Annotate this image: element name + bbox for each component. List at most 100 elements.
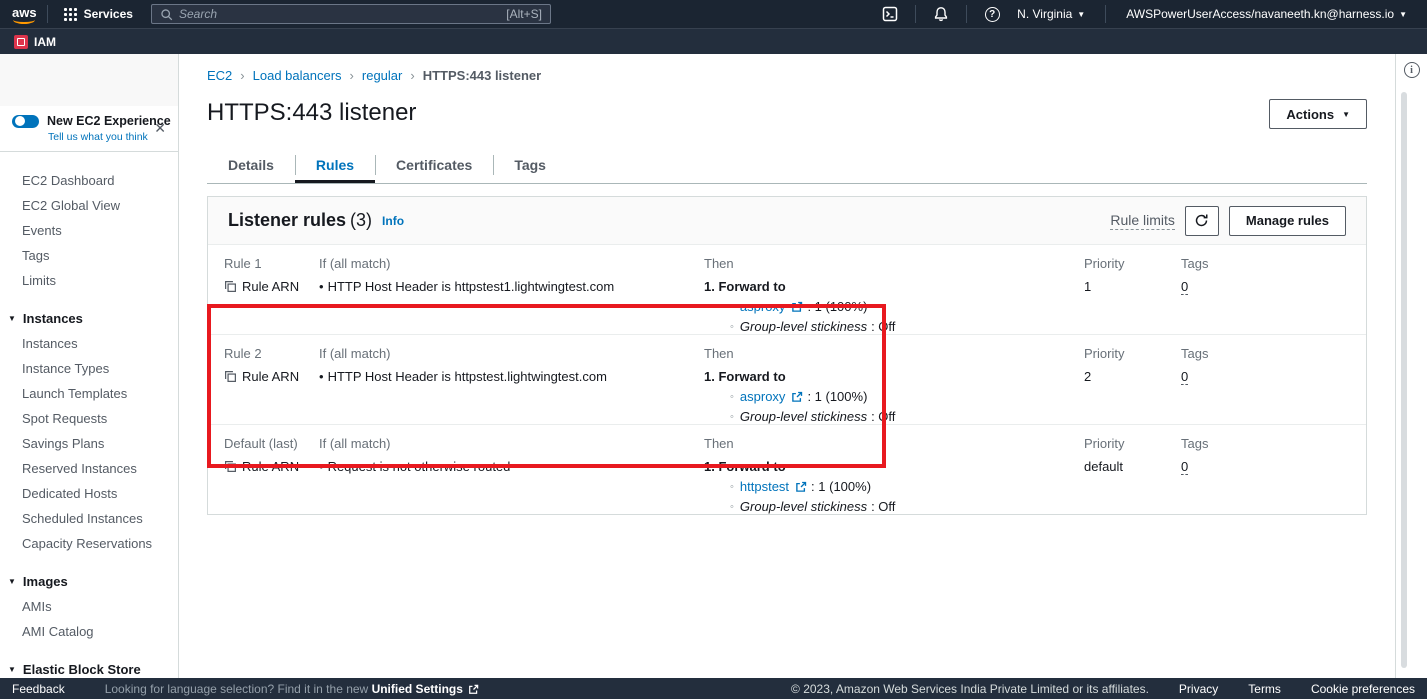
top-navigation-bar: aws Services [Alt+S] ? N. Virginia ▼ AWS… [0, 0, 1427, 28]
favorite-iam-link[interactable]: IAM [14, 35, 56, 49]
iam-label: IAM [34, 35, 56, 49]
manage-rules-button[interactable]: Manage rules [1229, 206, 1346, 236]
then-header: Then [704, 256, 1084, 271]
breadcrumb-separator: › [410, 68, 414, 83]
aws-logo[interactable]: aws [12, 5, 37, 24]
close-icon[interactable]: ✕ [154, 120, 166, 137]
sidebar-item-capacity-reservations[interactable]: Capacity Reservations [0, 531, 178, 556]
tab-details[interactable]: Details [207, 149, 295, 183]
scrollbar-thumb[interactable] [1401, 92, 1407, 668]
global-search[interactable]: [Alt+S] [151, 4, 551, 24]
main-area: New EC2 Experience ✕ Tell us what you th… [0, 54, 1427, 678]
sidebar-top-spacer [0, 54, 178, 106]
sidebar-item-ec2-dashboard[interactable]: EC2 Dashboard [0, 168, 178, 193]
sidebar-item-instance-types[interactable]: Instance Types [0, 356, 178, 381]
tab-certificates[interactable]: Certificates [375, 149, 493, 183]
terms-link[interactable]: Terms [1248, 682, 1281, 696]
actions-button[interactable]: Actions ▼ [1269, 99, 1367, 129]
target-group-line: ◦ httpstest : 1 (100%) [730, 479, 1084, 494]
caret-down-icon: ▼ [8, 314, 16, 323]
tags-count-link[interactable]: 0 [1181, 369, 1188, 385]
listener-rules-card: Listener rules (3) Info Rule limits Mana… [207, 196, 1367, 515]
sidebar-item-spot-requests[interactable]: Spot Requests [0, 406, 178, 431]
sidebar-item-savings-plans[interactable]: Savings Plans [0, 431, 178, 456]
sidebar-item-launch-templates[interactable]: Launch Templates [0, 381, 178, 406]
bullet-icon: • [319, 459, 324, 474]
caret-down-icon: ▼ [8, 577, 16, 586]
chevron-down-icon: ▼ [1077, 10, 1085, 19]
rule-arn-copy[interactable]: Rule ARN [224, 279, 319, 294]
refresh-button[interactable] [1185, 206, 1219, 236]
feedback-link[interactable]: Tell us what you think [48, 131, 168, 143]
priority-value: 2 [1084, 369, 1181, 384]
sidebar-item-limits[interactable]: Limits [0, 268, 178, 293]
target-group-link[interactable]: asproxy [740, 299, 786, 314]
breadcrumb-ec2[interactable]: EC2 [207, 68, 232, 83]
region-label: N. Virginia [1017, 7, 1072, 21]
sub-bullet-icon: ◦ [730, 321, 734, 333]
forward-to: 1. Forward to [704, 279, 1084, 294]
sidebar: New EC2 Experience ✕ Tell us what you th… [0, 54, 179, 678]
privacy-link[interactable]: Privacy [1179, 682, 1218, 696]
new-experience-toggle[interactable] [12, 115, 39, 128]
target-group-link[interactable]: httpstest [740, 479, 789, 494]
tags-count-link[interactable]: 0 [1181, 279, 1188, 295]
sidebar-item-instances[interactable]: Instances [0, 331, 178, 356]
target-group-line: ◦ asproxy : 1 (100%) [730, 299, 1084, 314]
refresh-icon [1194, 213, 1209, 228]
account-menu[interactable]: AWSPowerUserAccess/navaneeth.kn@harness.… [1116, 7, 1417, 21]
sub-bullet-icon: ◦ [730, 481, 734, 493]
unified-settings-link[interactable]: Unified Settings [372, 682, 463, 696]
tags-header: Tags [1181, 436, 1366, 451]
cloudshell-icon[interactable] [875, 6, 905, 22]
favorites-bar: IAM [0, 28, 1427, 54]
new-experience-panel: New EC2 Experience ✕ Tell us what you th… [0, 106, 178, 152]
sidebar-item-events[interactable]: Events [0, 218, 178, 243]
tags-count-link[interactable]: 0 [1181, 459, 1188, 475]
services-menu-button[interactable]: Services [58, 7, 139, 21]
sidebar-item-amis[interactable]: AMIs [0, 594, 178, 619]
copy-icon [224, 370, 237, 383]
info-icon[interactable]: i [1404, 62, 1420, 78]
rule-row-default: Default (last) Rule ARN If (all match) •… [208, 425, 1366, 514]
apps-grid-icon [64, 8, 77, 21]
tab-rules[interactable]: Rules [295, 149, 375, 183]
rule-limits-link[interactable]: Rule limits [1110, 212, 1175, 230]
cookie-preferences-link[interactable]: Cookie preferences [1311, 682, 1415, 696]
account-label: AWSPowerUserAccess/navaneeth.kn@harness.… [1126, 7, 1394, 21]
rule-row-1: Rule 1 Rule ARN If (all match) •HTTP Hos… [208, 245, 1366, 335]
feedback-button[interactable]: Feedback [12, 682, 65, 696]
tags-header: Tags [1181, 346, 1366, 361]
rule-name: Rule 2 [224, 346, 319, 361]
sidebar-section-ebs[interactable]: ▼ Elastic Block Store [0, 652, 178, 678]
sidebar-item-dedicated-hosts[interactable]: Dedicated Hosts [0, 481, 178, 506]
info-link[interactable]: Info [382, 214, 404, 228]
forward-to: 1. Forward to [704, 459, 1084, 474]
region-selector[interactable]: N. Virginia ▼ [1007, 7, 1095, 21]
breadcrumb-regular[interactable]: regular [362, 68, 402, 83]
rule-arn-copy[interactable]: Rule ARN [224, 369, 319, 384]
breadcrumb-load-balancers[interactable]: Load balancers [253, 68, 342, 83]
help-icon[interactable]: ? [977, 7, 1007, 22]
sidebar-item-scheduled-instances[interactable]: Scheduled Instances [0, 506, 178, 531]
sub-bullet-icon: ◦ [730, 501, 734, 513]
priority-header: Priority [1084, 436, 1181, 451]
sidebar-section-instances[interactable]: ▼ Instances [0, 301, 178, 331]
target-group-link[interactable]: asproxy [740, 389, 786, 404]
sidebar-item-ami-catalog[interactable]: AMI Catalog [0, 619, 178, 644]
sidebar-item-tags[interactable]: Tags [0, 243, 178, 268]
tab-bar: Details Rules Certificates Tags [207, 149, 1367, 184]
sidebar-section-images[interactable]: ▼ Images [0, 564, 178, 594]
sidebar-item-reserved-instances[interactable]: Reserved Instances [0, 456, 178, 481]
rule-arn-copy[interactable]: Rule ARN [224, 459, 319, 474]
divider [966, 5, 967, 23]
external-link-icon [791, 391, 803, 403]
breadcrumb-current: HTTPS:443 listener [423, 68, 542, 83]
rule-name: Rule 1 [224, 256, 319, 271]
rule-row-2: Rule 2 Rule ARN If (all match) •HTTP Hos… [208, 335, 1366, 425]
sidebar-item-ec2-global-view[interactable]: EC2 Global View [0, 193, 178, 218]
search-input[interactable] [179, 7, 500, 21]
notifications-bell-icon[interactable] [926, 6, 956, 22]
priority-header: Priority [1084, 346, 1181, 361]
tab-tags[interactable]: Tags [493, 149, 567, 183]
